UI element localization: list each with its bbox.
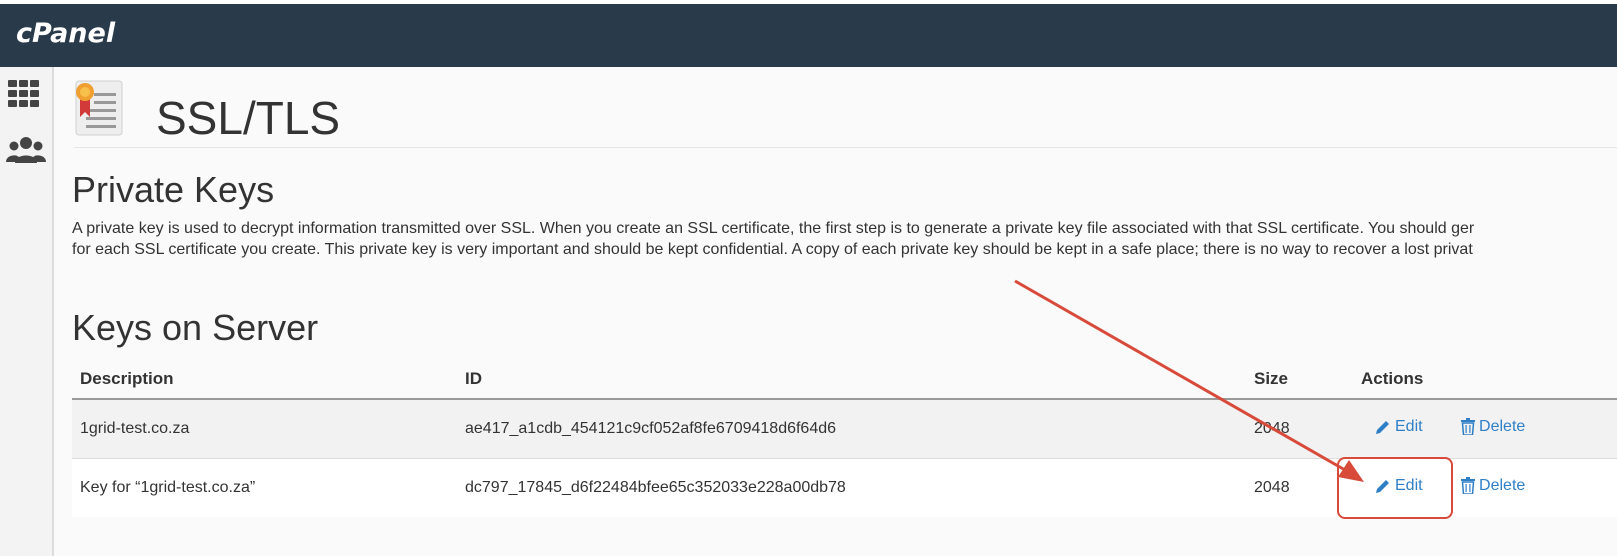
cpanel-logo[interactable]: cPanel: [16, 18, 115, 49]
page-header: SSL/TLS: [74, 77, 1617, 148]
pencil-icon: [1376, 421, 1389, 435]
table-header-row: Description ID Size Actions: [72, 360, 1617, 400]
column-header-description[interactable]: Description: [72, 360, 457, 400]
description-line-2: for each SSL certificate you create. Thi…: [72, 241, 1473, 258]
trash-icon: [1461, 418, 1476, 436]
delete-label: Delete: [1479, 417, 1526, 435]
table-row: 1grid-test.co.za ae417_a1cdb_454121c9cf0…: [72, 399, 1617, 459]
delete-button[interactable]: Delete: [1461, 418, 1525, 436]
edit-label: Edit: [1395, 418, 1423, 436]
delete-button[interactable]: Delete: [1461, 477, 1525, 495]
certificate-icon: [74, 79, 124, 142]
key-actions: Edit Delete: [1353, 399, 1617, 459]
key-description: Key for “1grid-test.co.za”: [72, 458, 457, 517]
top-bar: cPanel: [0, 4, 1617, 67]
page-title: SSL/TLS: [156, 92, 341, 144]
key-id: ae417_a1cdb_454121c9cf052af8fe6709418d6f…: [457, 399, 1246, 459]
key-size: 2048: [1246, 399, 1353, 459]
column-header-actions: Actions: [1353, 360, 1617, 400]
edit-button[interactable]: Edit: [1375, 418, 1423, 436]
annotation-highlight-box: [1337, 457, 1453, 519]
private-keys-description: A private key is used to decrypt informa…: [72, 218, 1617, 260]
sidebar: [0, 67, 54, 556]
key-id: dc797_17845_d6f22484bfee65c352033e228a00…: [457, 458, 1246, 517]
grid-icon[interactable]: [6, 79, 42, 114]
trash-icon: [1461, 477, 1476, 495]
keys-on-server-heading: Keys on Server: [72, 307, 319, 348]
column-header-size[interactable]: Size: [1246, 360, 1353, 400]
description-line-1: A private key is used to decrypt informa…: [72, 220, 1475, 237]
private-keys-heading: Private Keys: [72, 169, 275, 210]
users-icon[interactable]: [6, 135, 46, 172]
key-description: 1grid-test.co.za: [72, 399, 457, 459]
delete-label: Delete: [1479, 476, 1526, 494]
column-header-id[interactable]: ID: [457, 360, 1246, 400]
